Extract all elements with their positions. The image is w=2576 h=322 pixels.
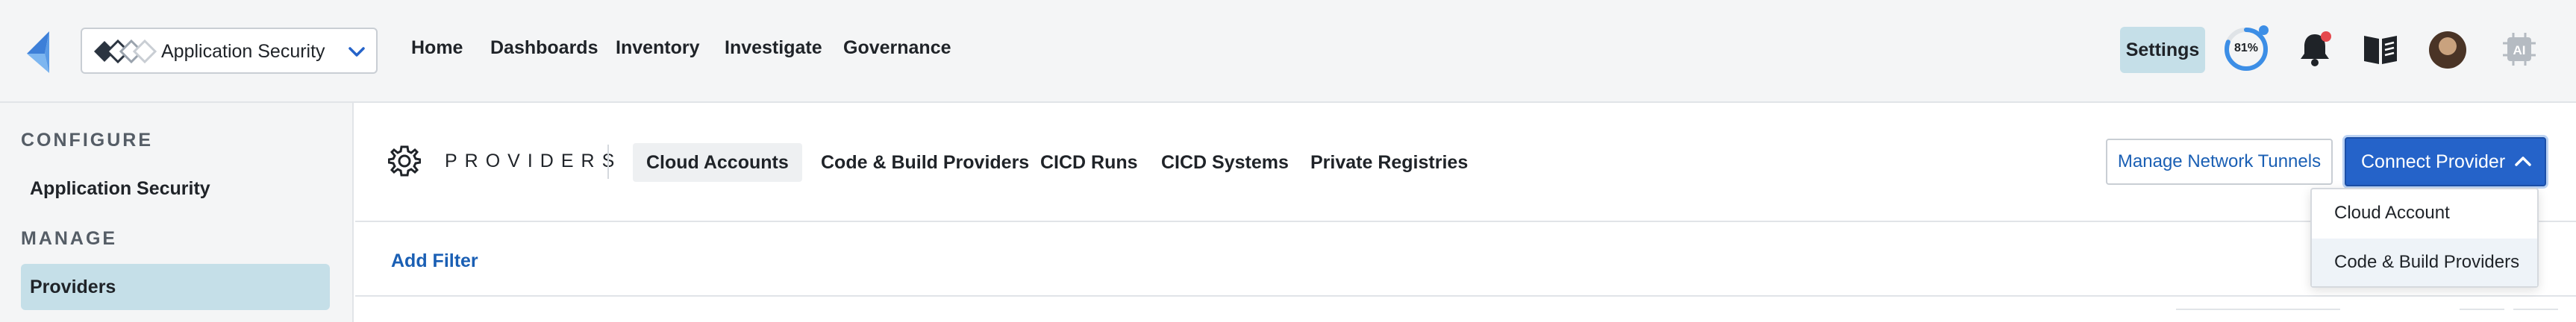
connect-provider-menu: Cloud Account Code & Build Providers	[2310, 188, 2539, 288]
nav-governance[interactable]: Governance	[843, 37, 951, 59]
add-filter-button[interactable]: Add Filter	[391, 250, 478, 272]
progress-indicator-dot	[2259, 25, 2269, 35]
tab-code-build-providers[interactable]: Code & Build Providers	[807, 143, 1042, 182]
app-switcher-label: Application Security	[161, 41, 325, 62]
app-switcher[interactable]: Application Security	[81, 28, 378, 74]
sidebar-heading-manage: MANAGE	[21, 228, 118, 249]
manage-network-tunnels-button[interactable]: Manage Network Tunnels	[2106, 139, 2333, 185]
menu-item-code-build-providers[interactable]: Code & Build Providers	[2312, 239, 2537, 286]
sidebar-item-application-security[interactable]: Application Security	[21, 165, 330, 212]
logo-icon[interactable]	[27, 31, 64, 73]
app-switcher-logo-icon	[94, 40, 157, 63]
table-control-stub	[2176, 309, 2340, 322]
tab-cloud-accounts[interactable]: Cloud Accounts	[633, 143, 802, 182]
tab-cicd-runs[interactable]: CICD Runs	[1027, 143, 1151, 182]
toolbar-divider	[607, 145, 609, 179]
top-nav: Application Security Home Dashboards Inv…	[0, 0, 2576, 103]
avatar[interactable]	[2429, 31, 2466, 69]
sidebar-item-providers[interactable]: Providers	[21, 264, 330, 310]
settings-button[interactable]: Settings	[2120, 27, 2205, 73]
notifications-button[interactable]	[2297, 30, 2333, 69]
providers-toolbar: PROVIDERS Cloud Accounts Code & Build Pr…	[355, 103, 2576, 222]
svg-text:AI: AI	[2513, 43, 2526, 57]
nav-home[interactable]: Home	[411, 37, 463, 59]
tab-cicd-systems[interactable]: CICD Systems	[1148, 143, 1302, 182]
chevron-up-icon	[2515, 157, 2531, 166]
table-control-stub	[2513, 309, 2558, 322]
table-control-stub	[2460, 309, 2504, 322]
menu-item-cloud-account[interactable]: Cloud Account	[2312, 189, 2537, 237]
nav-inventory[interactable]: Inventory	[616, 37, 700, 59]
notification-badge	[2321, 31, 2331, 42]
nav-dashboards[interactable]: Dashboards	[490, 37, 598, 59]
sidebar: CONFIGURE Application Security MANAGE Pr…	[0, 103, 354, 322]
tab-private-registries[interactable]: Private Registries	[1297, 143, 1481, 182]
book-icon[interactable]	[2363, 33, 2398, 66]
connect-provider-label: Connect Provider	[2361, 151, 2506, 172]
nav-investigate[interactable]: Investigate	[725, 37, 822, 59]
sidebar-heading-configure: CONFIGURE	[21, 130, 153, 151]
progress-ring[interactable]: 81%	[2222, 25, 2270, 73]
filter-bar: Add Filter	[355, 224, 2576, 297]
gear-icon	[388, 145, 421, 177]
chevron-down-icon	[348, 47, 365, 57]
section-title: PROVIDERS	[445, 151, 622, 171]
progress-label: 81%	[2233, 42, 2259, 54]
connect-provider-button[interactable]: Connect Provider	[2345, 137, 2546, 186]
ai-icon[interactable]: AI	[2501, 31, 2537, 67]
